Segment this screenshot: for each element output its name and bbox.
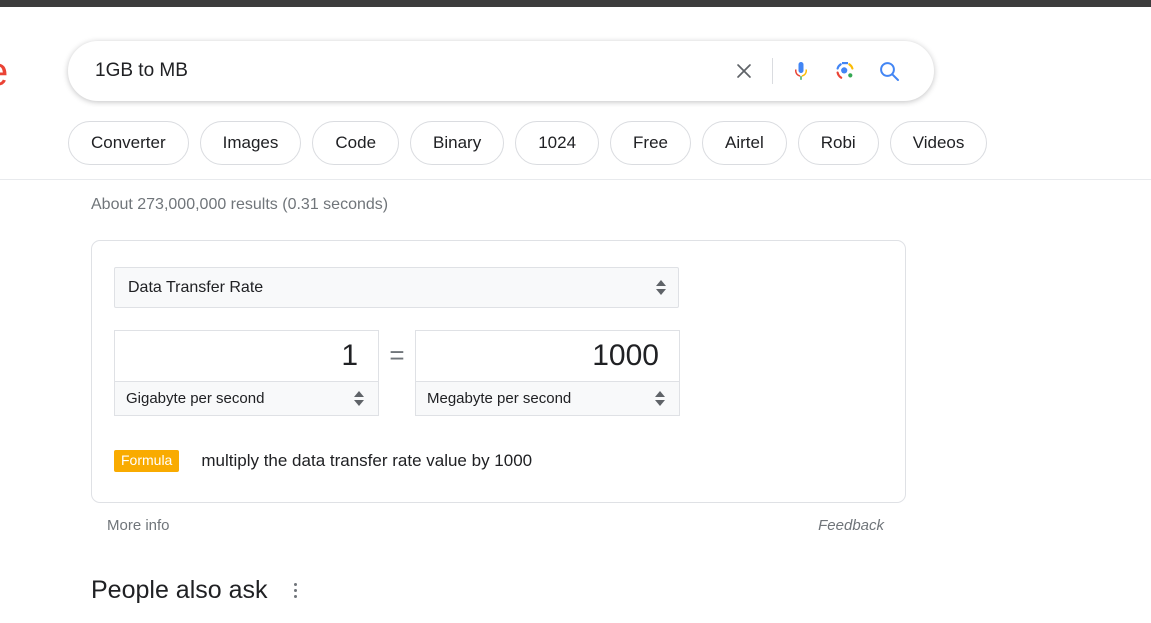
- search-actions: [722, 49, 911, 93]
- chip-images[interactable]: Images: [199, 121, 302, 165]
- converter-from-value[interactable]: 1: [114, 330, 379, 381]
- chip-code[interactable]: Code: [312, 121, 400, 165]
- chip-label: Code: [335, 133, 377, 152]
- converter-to-column: 1000 Megabyte per second: [415, 330, 680, 416]
- converter-category-select[interactable]: Data Transfer Rate: [114, 267, 679, 308]
- google-logo-fragment[interactable]: e: [0, 52, 8, 92]
- chip-videos[interactable]: Videos: [889, 121, 988, 165]
- chevron-updown-icon: [656, 280, 666, 295]
- people-also-ask-title: People also ask: [91, 576, 268, 605]
- more-info-link[interactable]: More info: [107, 517, 170, 534]
- formula-row: Formula multiply the data transfer rate …: [114, 450, 883, 473]
- chip-label: Videos: [912, 133, 965, 152]
- chip-label: Airtel: [725, 133, 764, 152]
- chip-label: Binary: [433, 133, 482, 152]
- converter-row: 1 Gigabyte per second = 1000 Megabyte pe…: [114, 330, 883, 416]
- chip-robi[interactable]: Robi: [797, 121, 879, 165]
- search-input[interactable]: [95, 54, 722, 88]
- formula-text: multiply the data transfer rate value by…: [201, 451, 533, 471]
- chevron-updown-icon: [354, 391, 364, 406]
- people-also-ask-section: People also ask: [91, 576, 1151, 605]
- chip-label: Robi: [820, 133, 856, 152]
- chip-binary[interactable]: Binary: [410, 121, 505, 165]
- formula-badge: Formula: [114, 450, 180, 473]
- kebab-menu-icon[interactable]: [288, 579, 303, 602]
- clear-search-button[interactable]: [722, 49, 766, 93]
- chip-label: Images: [222, 133, 279, 152]
- search-filter-chips: Converter Images Code Binary 1024 Free A…: [0, 107, 1151, 179]
- chip-label: Free: [633, 133, 669, 152]
- converter-from-column: 1 Gigabyte per second: [114, 330, 379, 416]
- chevron-updown-icon: [655, 391, 665, 406]
- converter-to-unit-label: Megabyte per second: [427, 390, 572, 407]
- browser-chrome-bar: [0, 0, 1151, 7]
- chip-label: Converter: [91, 133, 166, 152]
- result-stats: About 273,000,000 results (0.31 seconds): [91, 196, 389, 213]
- voice-search-button[interactable]: [779, 49, 823, 93]
- chip-1024[interactable]: 1024: [515, 121, 600, 165]
- search-divider: [772, 58, 773, 84]
- converter-from-unit-select[interactable]: Gigabyte per second: [114, 381, 379, 416]
- feedback-link[interactable]: Feedback: [818, 517, 884, 534]
- search-submit-button[interactable]: [867, 49, 911, 93]
- results-area: About 273,000,000 results (0.31 seconds)…: [0, 180, 1151, 605]
- unit-converter-card: Data Transfer Rate 1 Gigabyte per second…: [91, 240, 906, 504]
- search-box[interactable]: [68, 41, 934, 101]
- google-lens-button[interactable]: [823, 49, 867, 93]
- search-header: e: [0, 7, 1151, 107]
- equals-symbol: =: [389, 340, 405, 370]
- chip-converter[interactable]: Converter: [68, 121, 189, 165]
- converter-card-footer: More info Feedback: [91, 517, 906, 534]
- chip-label: 1024: [538, 133, 577, 152]
- converter-to-value[interactable]: 1000: [415, 330, 680, 381]
- converter-category-label: Data Transfer Rate: [128, 278, 264, 296]
- converter-from-unit-label: Gigabyte per second: [126, 390, 265, 407]
- chip-airtel[interactable]: Airtel: [702, 121, 787, 165]
- chip-free[interactable]: Free: [610, 121, 692, 165]
- converter-to-unit-select[interactable]: Megabyte per second: [415, 381, 680, 416]
